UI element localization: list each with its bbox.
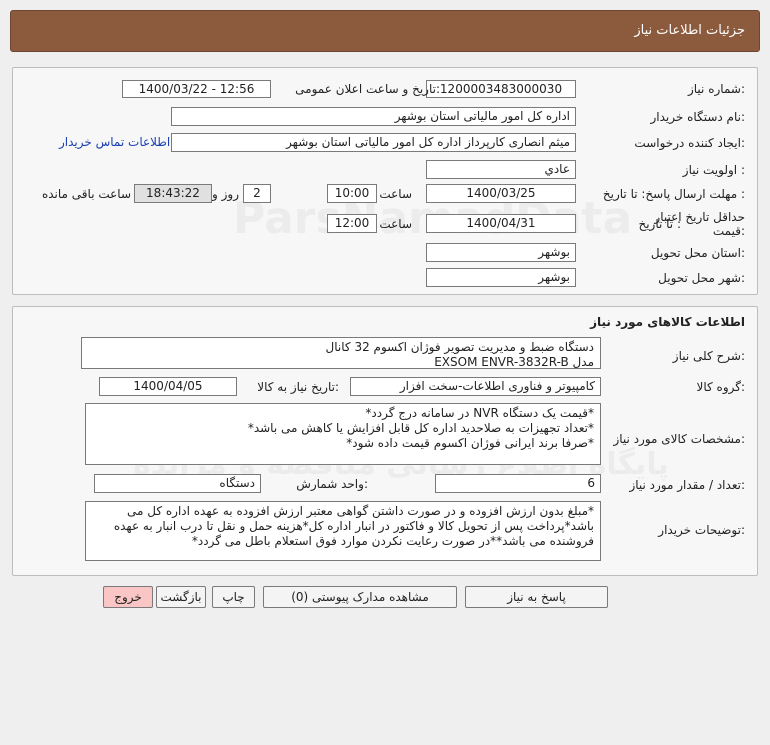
deadline-time-label: ساعت: [379, 187, 412, 201]
validity-date-field: 1400/04/31: [426, 214, 576, 233]
province-label: استان محل تحویل:: [650, 246, 745, 260]
goods-section-title: اطلاعات کالاهای مورد نیاز: [590, 315, 745, 329]
unit-label: واحد شمارش:: [296, 477, 368, 491]
reply-button[interactable]: پاسخ به نیاز: [465, 586, 608, 608]
need-number-field: 1200003483000030: [426, 80, 576, 98]
description-line-2: مدل EXSOM ENVR-3832R-B: [434, 355, 594, 369]
specs-field: *قیمت یک دستگاه NVR در سامانه درج گردد* …: [85, 403, 601, 465]
quantity-label: تعداد / مقدار مورد نیاز:: [629, 478, 745, 492]
buyer-contact-link[interactable]: اطلاعات تماس خریدار: [59, 135, 170, 149]
days-label: روز و: [212, 187, 239, 201]
city-field: بوشهر: [426, 268, 576, 287]
requester-label: ایجاد کننده درخواست:: [634, 136, 745, 150]
priority-field: عادي: [426, 160, 576, 179]
announce-datetime-field: 1400/03/22 - 12:56: [122, 80, 271, 98]
need-details-panel: ParsNamadData شماره نیاز: 12000034830000…: [12, 67, 758, 295]
deadline-date-field: 1400/03/25: [426, 184, 576, 203]
remaining-label: ساعت باقی مانده: [41, 187, 131, 201]
view-attachments-button[interactable]: مشاهده مدارک پیوستی (0): [263, 586, 457, 608]
priority-label: اولویت نیاز :: [682, 163, 745, 177]
specs-line-3: *صرفا برند ایرانی فوژان اکسوم قیمت داده …: [346, 436, 594, 450]
validity-label-2: قیمت:: [712, 224, 745, 238]
requester-field: میثم انصاری کارپرداز اداره کل امور ماليا…: [171, 133, 576, 152]
print-button[interactable]: چاپ: [212, 586, 255, 608]
buyer-notes-label: توضیحات خریدار:: [658, 523, 745, 537]
need-date-field: 1400/04/05: [99, 377, 237, 396]
goods-group-field: کامپیوتر و فناوری اطلاعات-سخت افزار: [350, 377, 601, 396]
announce-label: تاریخ و ساعت اعلان عمومی:: [295, 82, 440, 96]
validity-time-field: 12:00: [327, 214, 377, 233]
province-field: بوشهر: [426, 243, 576, 262]
deadline-time-field: 10:00: [327, 184, 377, 203]
buyer-field: اداره کل امور مالياتی استان بوشهر: [171, 107, 576, 126]
description-field: دستگاه ضبط و مدیریت تصویر فوژان اکسوم 32…: [81, 337, 601, 369]
city-label: شهر محل تحویل:: [658, 271, 745, 285]
validity-to-label: تا تاریخ :: [638, 217, 681, 231]
goods-group-label: گروه کالا:: [696, 380, 746, 394]
quantity-field: 6: [435, 474, 601, 493]
page-title: جزئیات اطلاعات نیاز: [634, 23, 745, 38]
need-date-label: تاریخ نیاز به کالا:: [257, 380, 339, 394]
description-label: شرح کلی نیاز:: [672, 349, 745, 363]
back-button[interactable]: بازگشت: [156, 586, 206, 608]
specs-line-1: *قیمت یک دستگاه NVR در سامانه درج گردد*: [365, 406, 594, 420]
buyer-label: نام دستگاه خریدار:: [650, 110, 746, 124]
exit-button[interactable]: خروج: [103, 586, 153, 608]
description-line-1: دستگاه ضبط و مدیریت تصویر فوژان اکسوم 32…: [325, 340, 594, 354]
buyer-notes-field: *مبلغ بدون ارزش افزوده و در صورت داشتن گ…: [85, 501, 601, 561]
specs-label: مشخصات کالای مورد نیاز:: [613, 432, 745, 446]
goods-panel: پایگاه اطلاع رسانی مناقصه و مزایده اطلاع…: [12, 306, 758, 576]
days-remaining-field: 2: [243, 184, 271, 203]
need-number-label: شماره نیاز:: [687, 82, 745, 96]
deadline-label: مهلت ارسال پاسخ: تا تاریخ :: [602, 187, 745, 201]
validity-time-label: ساعت: [379, 217, 412, 231]
specs-line-2: *تعداد تجهیزات به صلاحدید اداره کل قابل …: [247, 421, 594, 435]
remaining-time-field: 18:43:22: [134, 184, 212, 203]
unit-field: دستگاه: [94, 474, 261, 493]
page-header: جزئیات اطلاعات نیاز: [10, 10, 760, 52]
